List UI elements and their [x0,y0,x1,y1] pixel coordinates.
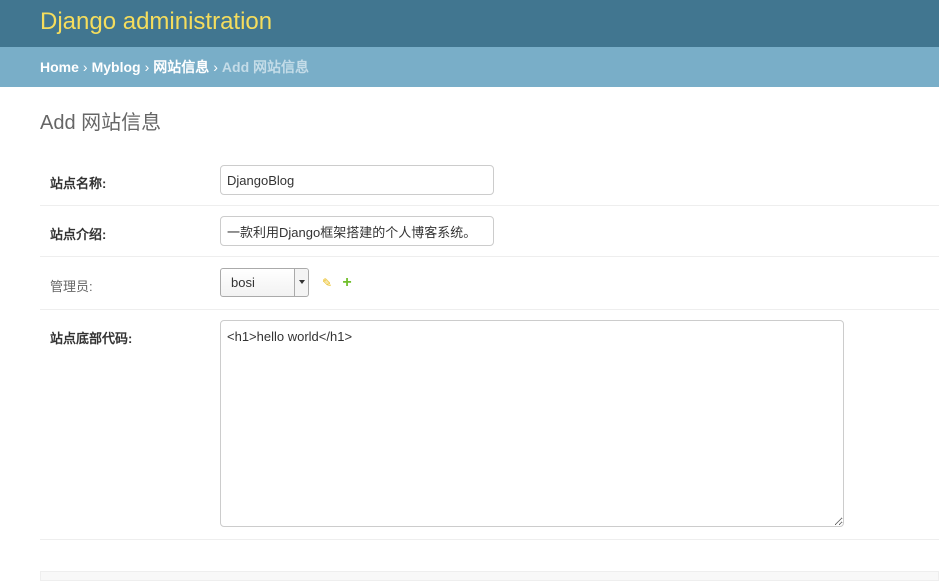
site-name-input[interactable] [220,165,494,195]
breadcrumb-app[interactable]: Myblog [92,59,141,75]
admin-select-value: bosi [231,275,255,290]
form-row-admin: 管理员: bosi ✎ + [40,257,939,310]
breadcrumb-separator: › [144,59,150,75]
footer-code-label: 站点底部代码: [50,331,133,346]
breadcrumb: Home › Myblog › 网站信息 › Add 网站信息 [0,47,939,87]
pencil-icon[interactable]: ✎ [321,277,333,289]
site-name-label: 站点名称: [50,176,107,191]
header: Django administration [0,0,939,47]
plus-icon[interactable]: + [341,274,353,290]
admin-select[interactable]: bosi [220,268,309,297]
admin-label: 管理员: [50,279,93,294]
form-row-site-name: 站点名称: [40,155,939,206]
breadcrumb-separator: › [213,59,218,75]
form-row-site-description: 站点介绍: [40,206,939,257]
content: Add 网站信息 站点名称: 站点介绍: 管理员: bosi ✎ + [40,87,939,581]
breadcrumb-separator: › [82,59,88,75]
form-fieldset: 站点名称: 站点介绍: 管理员: bosi ✎ + 站点底部代码: [40,155,939,540]
form-row-footer-code: 站点底部代码: <h1>hello world</h1> [40,310,939,540]
breadcrumb-current: Add 网站信息 [221,59,310,75]
breadcrumb-home[interactable]: Home [40,59,79,75]
footer-code-textarea[interactable]: <h1>hello world</h1> [220,320,844,527]
site-description-input[interactable] [220,216,494,246]
chevron-down-icon[interactable] [294,269,308,296]
submit-row [40,571,939,581]
page-title: Add 网站信息 [40,112,162,134]
site-description-label: 站点介绍: [50,227,107,242]
site-name[interactable]: Django administration [40,4,899,40]
breadcrumb-model[interactable]: 网站信息 [153,59,209,75]
